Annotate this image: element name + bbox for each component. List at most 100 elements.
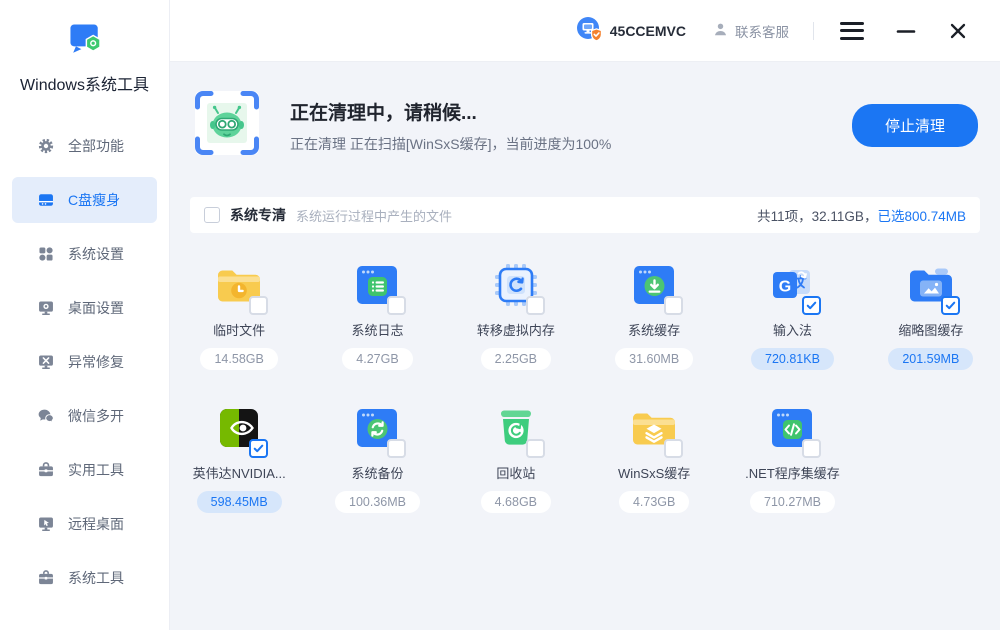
chat-bubbles-icon bbox=[37, 407, 55, 425]
item-size-badge: 720.81KB bbox=[751, 348, 834, 370]
section-summary: 共11项，32.11GB，已选800.74MB bbox=[757, 205, 966, 225]
robot-scan-icon bbox=[190, 86, 264, 165]
item-checkbox[interactable] bbox=[802, 439, 821, 458]
item-checkbox[interactable] bbox=[526, 296, 545, 315]
minimize-icon[interactable] bbox=[893, 18, 919, 44]
account-name: 45CCEMVC bbox=[610, 23, 686, 39]
grid-item[interactable]: 英伟达NVIDIA... 598.45MB bbox=[170, 402, 308, 513]
grid-squares-icon bbox=[37, 245, 55, 263]
item-checkbox[interactable] bbox=[664, 296, 683, 315]
section-checkbox[interactable] bbox=[204, 207, 220, 223]
sidebar-item-desktop-settings[interactable]: 桌面设置 bbox=[12, 285, 157, 331]
grid-item[interactable]: WinSxS缓存 4.73GB bbox=[585, 402, 723, 513]
sidebar-item-c-drive-slim[interactable]: C盘瘦身 bbox=[12, 177, 157, 223]
item-size-badge: 14.58GB bbox=[200, 348, 277, 370]
sidebar-nav: 全部功能 C盘瘦身 系统设置 桌面设置 异常修复 微信多开 实用工具 远程桌面 … bbox=[0, 123, 169, 601]
item-checkbox[interactable] bbox=[249, 439, 268, 458]
stop-cleaning-button[interactable]: 停止清理 bbox=[852, 104, 978, 147]
monitor-cursor-icon bbox=[37, 515, 55, 533]
sidebar-item-remote-desktop[interactable]: 远程桌面 bbox=[12, 501, 157, 547]
item-label: 系统缓存 bbox=[628, 320, 680, 339]
item-size-badge: 598.45MB bbox=[197, 491, 282, 513]
sidebar-item-label: 实用工具 bbox=[68, 460, 124, 480]
app-window: Windows系统工具 全部功能 C盘瘦身 系统设置 桌面设置 异常修复 微信多… bbox=[0, 0, 1000, 630]
item-label: WinSxS缓存 bbox=[618, 463, 690, 482]
item-checkbox[interactable] bbox=[664, 439, 683, 458]
app-title: Windows系统工具 bbox=[20, 71, 149, 95]
contact-support[interactable]: 联系客服 bbox=[712, 21, 789, 41]
hamburger-icon[interactable] bbox=[838, 20, 866, 42]
grid-item[interactable]: .NET程序集缓存 710.27MB bbox=[723, 402, 861, 513]
sidebar-item-label: 桌面设置 bbox=[68, 298, 124, 318]
item-checkbox[interactable] bbox=[387, 296, 406, 315]
sidebar-item-system-settings[interactable]: 系统设置 bbox=[12, 231, 157, 277]
item-checkbox[interactable] bbox=[526, 439, 545, 458]
item-size-badge: 4.68GB bbox=[481, 491, 551, 513]
sidebar-item-label: 系统设置 bbox=[68, 244, 124, 264]
briefcase-icon bbox=[37, 569, 55, 587]
item-size-badge: 710.27MB bbox=[750, 491, 835, 513]
person-icon bbox=[712, 21, 729, 41]
item-checkbox[interactable] bbox=[387, 439, 406, 458]
sidebar-item-label: 异常修复 bbox=[68, 352, 124, 372]
content-area: 正在清理中，请稍候... 正在清理 正在扫描[WinSxS缓存]，当前进度为10… bbox=[170, 62, 1000, 630]
section-title: 系统专清 bbox=[230, 205, 286, 225]
status-subtitle: 正在清理 正在扫描[WinSxS缓存]，当前进度为100% bbox=[290, 134, 611, 154]
cleaning-status: 正在清理中，请稍候... 正在清理 正在扫描[WinSxS缓存]，当前进度为10… bbox=[190, 86, 980, 165]
grid-item[interactable]: 系统日志 4.27GB bbox=[308, 259, 446, 370]
main-area: 45CCEMVC 联系客服 bbox=[170, 0, 1000, 630]
grid-item[interactable]: 系统备份 100.36MB bbox=[308, 402, 446, 513]
item-label: 临时文件 bbox=[213, 320, 265, 339]
item-label: 系统备份 bbox=[351, 463, 403, 482]
item-size-badge: 100.36MB bbox=[335, 491, 420, 513]
item-size-badge: 31.60MB bbox=[615, 348, 693, 370]
cleanup-items-grid: 临时文件 14.58GB 系统日志 4.27GB 转移虚拟内存 2.25GB bbox=[170, 259, 1000, 513]
item-label: .NET程序集缓存 bbox=[745, 463, 840, 482]
svg-text:G: G bbox=[779, 279, 791, 296]
item-size-badge: 4.73GB bbox=[619, 491, 689, 513]
gear-icon bbox=[37, 137, 55, 155]
item-checkbox[interactable] bbox=[941, 296, 960, 315]
sidebar-item-label: 全部功能 bbox=[68, 136, 124, 156]
item-label: 系统日志 bbox=[351, 320, 403, 339]
item-checkbox[interactable] bbox=[802, 296, 821, 315]
sidebar-item-error-repair[interactable]: 异常修复 bbox=[12, 339, 157, 385]
close-icon[interactable] bbox=[946, 19, 970, 43]
sidebar: Windows系统工具 全部功能 C盘瘦身 系统设置 桌面设置 异常修复 微信多… bbox=[0, 0, 170, 630]
toolbox-icon bbox=[37, 461, 55, 479]
sidebar-item-all-features[interactable]: 全部功能 bbox=[12, 123, 157, 169]
item-size-badge: 2.25GB bbox=[481, 348, 551, 370]
item-label: 缩略图缓存 bbox=[898, 320, 963, 339]
grid-item[interactable]: 系统缓存 31.60MB bbox=[585, 259, 723, 370]
sidebar-item-label: 微信多开 bbox=[68, 406, 124, 426]
selected-size: 已选800.74MB bbox=[877, 209, 966, 224]
sidebar-item-label: C盘瘦身 bbox=[68, 190, 120, 210]
item-size-badge: 201.59MB bbox=[888, 348, 973, 370]
item-label: 转移虚拟内存 bbox=[477, 320, 555, 339]
hard-disk-icon bbox=[37, 191, 55, 209]
item-label: 回收站 bbox=[496, 463, 535, 482]
contact-support-label: 联系客服 bbox=[735, 21, 789, 41]
grid-item[interactable]: G 输入法 720.81KB bbox=[723, 259, 861, 370]
grid-item[interactable]: 回收站 4.68GB bbox=[447, 402, 585, 513]
titlebar-divider bbox=[813, 22, 814, 40]
monitor-tools-icon bbox=[37, 353, 55, 371]
item-label: 输入法 bbox=[773, 320, 812, 339]
item-size-badge: 4.27GB bbox=[342, 348, 412, 370]
grid-item[interactable]: 缩略图缓存 201.59MB bbox=[862, 259, 1000, 370]
grid-item[interactable]: 临时文件 14.58GB bbox=[170, 259, 308, 370]
sidebar-item-system-tools[interactable]: 系统工具 bbox=[12, 555, 157, 601]
titlebar: 45CCEMVC 联系客服 bbox=[170, 0, 1000, 62]
monitor-gear-icon bbox=[37, 299, 55, 317]
item-label: 英伟达NVIDIA... bbox=[193, 463, 286, 482]
section-description: 系统运行过程中产生的文件 bbox=[296, 206, 452, 225]
item-checkbox[interactable] bbox=[249, 296, 268, 315]
app-logo-icon bbox=[63, 20, 107, 65]
grid-item[interactable]: 转移虚拟内存 2.25GB bbox=[447, 259, 585, 370]
sidebar-item-label: 远程桌面 bbox=[68, 514, 124, 534]
sidebar-item-utilities[interactable]: 实用工具 bbox=[12, 447, 157, 493]
account-chip[interactable]: 45CCEMVC bbox=[575, 15, 686, 46]
section-bar: 系统专清 系统运行过程中产生的文件 共11项，32.11GB，已选800.74M… bbox=[190, 197, 980, 233]
status-title: 正在清理中，请稍候... bbox=[290, 98, 611, 125]
sidebar-item-wechat-multi[interactable]: 微信多开 bbox=[12, 393, 157, 439]
